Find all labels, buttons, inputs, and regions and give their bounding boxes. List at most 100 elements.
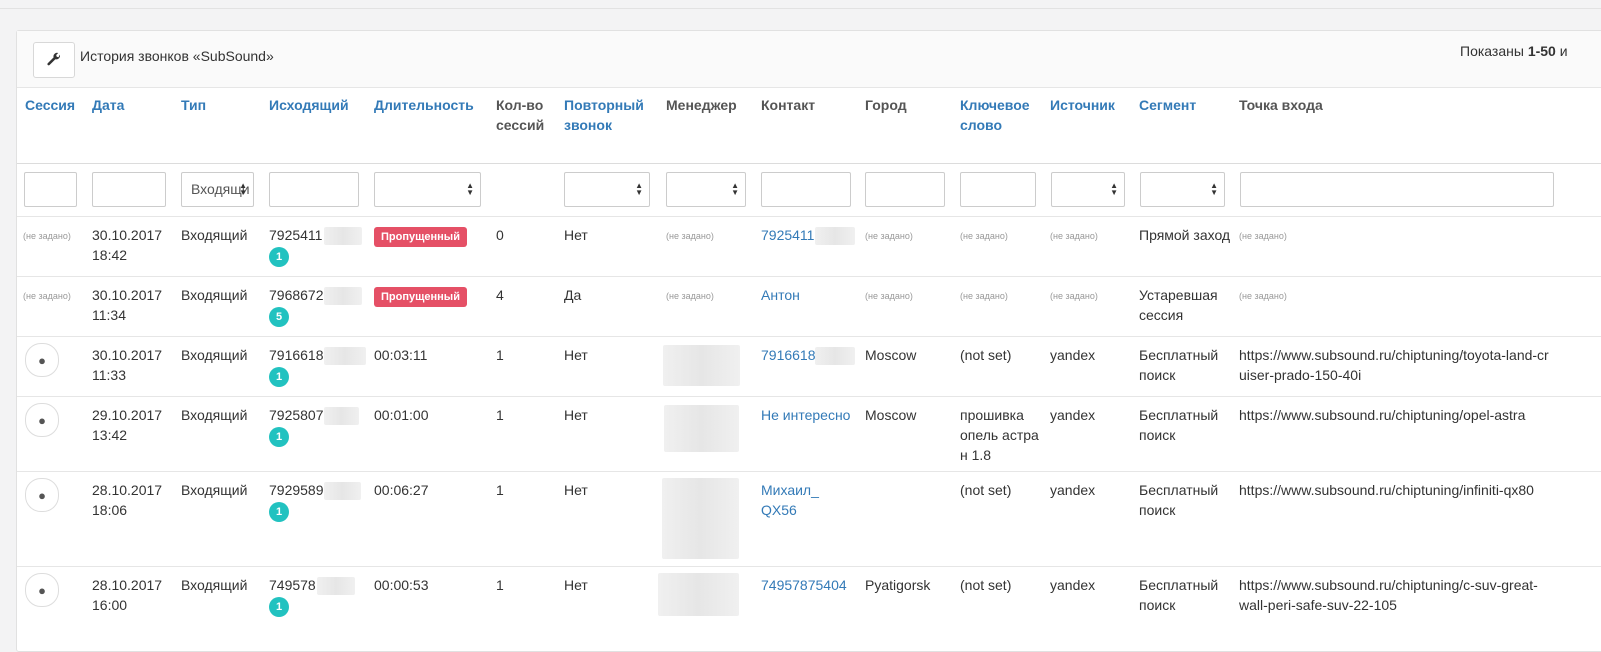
type-cell: Входящий xyxy=(181,577,248,593)
segment-cell: Бесплатный поиск xyxy=(1139,577,1219,613)
keyword-cell: прошивка опель астра н 1.8 xyxy=(960,407,1039,463)
summary-range: 1-50 xyxy=(1527,43,1556,59)
phone-cell: 7925807 xyxy=(269,407,324,423)
col-header-keyword[interactable]: Ключевое слово xyxy=(960,95,1042,135)
contact-link[interactable]: Не интересно xyxy=(761,405,851,425)
source-cell: (не задано) xyxy=(1050,291,1098,301)
city-cell: Pyatigorsk xyxy=(865,577,931,593)
col-header-segment[interactable]: Сегмент xyxy=(1139,95,1229,115)
summary-suffix: и xyxy=(1555,43,1568,59)
segment-cell: Прямой заход xyxy=(1139,227,1231,243)
col-header-repeat[interactable]: Повторный звонок xyxy=(564,95,659,135)
filter-divider xyxy=(17,216,1601,217)
filter-date-input[interactable] xyxy=(92,172,166,207)
contact-link[interactable]: 7916618 xyxy=(761,345,816,365)
entry-cell: https://www.subsound.ru/chiptuning/toyot… xyxy=(1239,347,1549,383)
call-count-badge: 5 xyxy=(269,307,289,327)
contact-redacted xyxy=(815,347,855,365)
manager-redacted xyxy=(662,478,739,559)
filter-segment-select[interactable]: ▲ ▼ xyxy=(1140,172,1225,207)
time-text: 18:06 xyxy=(92,502,128,518)
phone-redacted xyxy=(324,347,366,365)
pagination-summary: Показаны 1-50 и xyxy=(1460,43,1568,59)
date-cell: 30.10.2017 18:42 xyxy=(92,225,162,265)
time-text: 11:34 xyxy=(92,307,126,323)
row-divider xyxy=(17,336,1601,337)
filter-manager-select[interactable]: ▲ ▼ xyxy=(666,172,746,207)
select-arrows-icon: ▲ ▼ xyxy=(239,181,247,197)
sessions-cell: 1 xyxy=(496,407,504,423)
contact-link[interactable]: Михаил_ QX56 xyxy=(761,480,831,520)
globe-icon: ● xyxy=(38,487,46,503)
sessions-cell: 1 xyxy=(496,482,504,498)
filter-contact-input[interactable] xyxy=(761,172,851,207)
source-cell: yandex xyxy=(1050,482,1096,498)
col-header-entry: Точка входа xyxy=(1239,97,1323,113)
type-cell: Входящий xyxy=(181,347,248,363)
type-cell: Входящий xyxy=(181,287,248,303)
contact-link[interactable]: 74957875404 xyxy=(761,575,847,595)
keyword-cell: (not set) xyxy=(960,347,1012,363)
call-count-badge: 1 xyxy=(269,367,289,387)
col-header-source[interactable]: Источник xyxy=(1050,95,1135,115)
call-count-badge: 1 xyxy=(269,247,289,267)
col-header-date[interactable]: Дата xyxy=(92,95,172,115)
panel-header: История звонков «SubSound» Показаны 1-50… xyxy=(17,31,1601,88)
phone-cell: 7968672 xyxy=(269,287,324,303)
filter-repeat-select[interactable]: ▲ ▼ xyxy=(564,172,650,207)
filter-type-select[interactable]: Входящий ▲▼ xyxy=(181,172,254,207)
filter-source-select[interactable]: ▲ ▼ xyxy=(1051,172,1125,207)
row-divider xyxy=(17,396,1601,397)
col-header-outgoing[interactable]: Исходящий xyxy=(269,95,369,115)
manager-cell: (не задано) xyxy=(666,291,714,301)
keyword-cell: (не задано) xyxy=(960,231,1008,241)
type-cell: Входящий xyxy=(181,482,248,498)
date-cell: 30.10.2017 11:34 xyxy=(92,285,162,325)
phone-redacted xyxy=(324,227,362,245)
filter-session-input[interactable] xyxy=(24,172,77,207)
phone-cell: 7925411 xyxy=(269,227,323,243)
col-header-type[interactable]: Тип xyxy=(181,95,261,115)
contact-link[interactable]: 7925411 xyxy=(761,225,814,245)
filter-city-input[interactable] xyxy=(865,172,945,207)
session-globe-button[interactable]: ● xyxy=(25,403,59,437)
filter-entry-input[interactable] xyxy=(1240,172,1554,207)
city-cell: Moscow xyxy=(865,347,917,363)
date-cell: 28.10.2017 18:06 xyxy=(92,480,162,520)
col-header-duration[interactable]: Длительность xyxy=(374,95,489,115)
phone-redacted xyxy=(324,287,362,305)
filter-keyword-input[interactable] xyxy=(960,172,1036,207)
select-arrows-icon: ▲ ▼ xyxy=(1210,181,1218,197)
segment-cell: Бесплатный поиск xyxy=(1139,482,1219,518)
date-cell: 30.10.2017 11:33 xyxy=(92,345,162,385)
filter-duration-select[interactable]: ▲ ▼ xyxy=(374,172,481,207)
settings-button[interactable] xyxy=(33,42,75,78)
segment-cell: Бесплатный поиск xyxy=(1139,347,1219,383)
globe-icon: ● xyxy=(38,582,46,598)
globe-icon: ● xyxy=(38,412,46,428)
source-cell: yandex xyxy=(1050,347,1096,363)
sessions-cell: 0 xyxy=(496,227,504,243)
select-arrows-icon: ▲ ▼ xyxy=(1110,181,1118,197)
panel-title: История звонков «SubSound» xyxy=(80,48,274,64)
session-globe-button[interactable]: ● xyxy=(25,343,59,377)
duration-cell: 00:00:53 xyxy=(374,577,429,593)
row-divider xyxy=(17,276,1601,277)
keyword-cell: (not set) xyxy=(960,577,1012,593)
phone-cell: 7929589 xyxy=(269,482,324,498)
col-header-session[interactable]: Сессия xyxy=(25,95,87,115)
manager-redacted xyxy=(658,573,739,616)
repeat-cell: Нет xyxy=(564,347,588,363)
session-globe-button[interactable]: ● xyxy=(25,478,59,512)
select-arrows-icon: ▲ ▼ xyxy=(635,181,643,197)
call-count-badge: 1 xyxy=(269,502,289,522)
row-divider xyxy=(17,566,1601,567)
type-cell: Входящий xyxy=(181,227,248,243)
date-text: 28.10.2017 xyxy=(92,577,163,593)
contact-link[interactable]: Антон xyxy=(761,285,800,305)
contact-redacted xyxy=(815,227,855,245)
session-globe-button[interactable]: ● xyxy=(25,573,59,607)
filter-outgoing-input[interactable] xyxy=(269,172,359,207)
col-header-contact: Контакт xyxy=(761,97,816,113)
row-divider xyxy=(17,471,1601,472)
